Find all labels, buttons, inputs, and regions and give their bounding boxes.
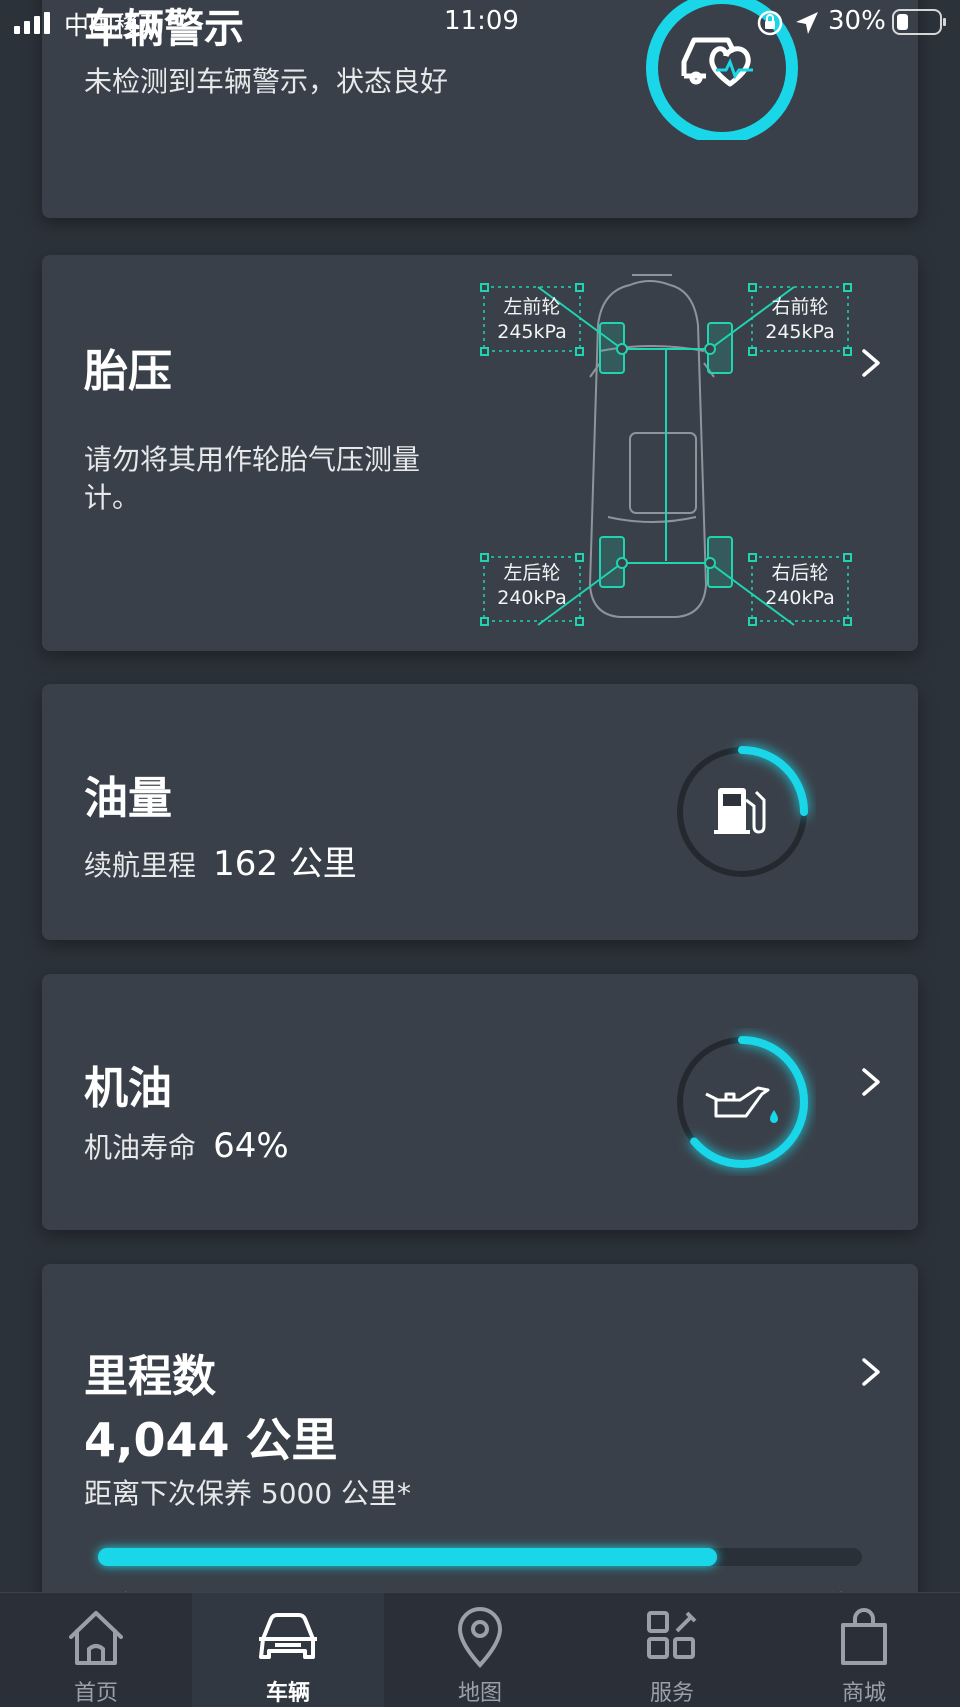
chevron-right-icon[interactable] (850, 343, 890, 383)
tire-front-right-value: 245kPa (765, 321, 835, 343)
battery-percent: 30% (828, 6, 886, 36)
fuel-range-label: 续航里程 (84, 849, 197, 882)
warning-subtitle: 未检测到车辆警示，状态良好 (84, 65, 449, 98)
car-icon (259, 1613, 317, 1659)
tire-front-right: 右前轮 245kPa (752, 295, 848, 345)
location-arrow-icon (796, 12, 818, 34)
tab-map[interactable]: 地图 (384, 1593, 576, 1707)
oil-can-icon (705, 1086, 770, 1118)
fuel-range-value: 162 公里 (213, 844, 357, 884)
signal-icon (14, 12, 50, 34)
oil-card[interactable]: 机油 机油寿命 64% (42, 974, 918, 1230)
oil-life-value: 64% (213, 1126, 289, 1166)
fuel-pump-icon (714, 788, 766, 834)
tire-front-left: 左前轮 245kPa (484, 295, 580, 345)
service-progress-track (98, 1548, 862, 1566)
oil-life-row: 机油寿命 64% (84, 1126, 289, 1166)
tire-front-left-value: 245kPa (497, 321, 567, 343)
tire-front-right-name: 右前轮 (771, 296, 829, 318)
tire-rear-right: 右后轮 240kPa (752, 561, 848, 611)
chevron-right-icon[interactable] (850, 1352, 890, 1392)
services-icon (647, 1611, 697, 1659)
fuel-title: 油量 (84, 773, 172, 824)
fuel-range-row: 续航里程 162 公里 (84, 836, 357, 885)
mileage-title: 里程数 (84, 1351, 216, 1402)
tab-vehicle-label: 车辆 (265, 1681, 310, 1706)
tab-store-label: 商城 (841, 1681, 886, 1706)
tab-services[interactable]: 服务 (576, 1593, 768, 1707)
oil-life-label: 机油寿命 (84, 1131, 197, 1164)
map-pin-icon (457, 1607, 503, 1668)
battery-icon (892, 9, 946, 35)
chevron-right-icon[interactable] (850, 1062, 890, 1102)
tire-rear-left-name: 左后轮 (503, 562, 561, 584)
odometer-value: 4,044 公里 (84, 1413, 338, 1467)
fuel-gauge (676, 746, 808, 878)
tire-title: 胎压 (84, 346, 172, 397)
oil-title: 机油 (84, 1063, 172, 1114)
tab-home-label: 首页 (73, 1681, 118, 1706)
tab-store[interactable]: 商城 (768, 1593, 960, 1707)
tab-vehicle[interactable]: 车辆 (192, 1593, 384, 1707)
tire-front-left-name: 左前轮 (503, 296, 561, 318)
tab-services-label: 服务 (649, 1681, 694, 1706)
fuel-card[interactable]: 油量 续航里程 162 公里 (42, 684, 918, 940)
tire-rear-right-name: 右后轮 (771, 562, 829, 584)
tire-pressure-card[interactable]: 胎压 请勿将其用作轮胎气压测量计。 左前轮 245kPa 右前轮 245kPa … (42, 255, 918, 651)
mileage-card[interactable]: 里程数 4,044 公里 距离下次保养 5000 公里* 0 公里 5000 公… (42, 1264, 918, 1624)
shopping-bag-icon (841, 1608, 887, 1665)
tire-note: 请勿将其用作轮胎气压测量计。 (84, 443, 421, 514)
status-bar: 中国移动 11:09 30% (0, 0, 960, 44)
tab-home[interactable]: 首页 (0, 1593, 192, 1707)
service-progress-fill (98, 1548, 717, 1566)
service-note: 距离下次保养 5000 公里* (84, 1477, 412, 1510)
tab-map-label: 地图 (457, 1681, 502, 1706)
tire-rear-left-value: 240kPa (497, 587, 567, 609)
bottom-tab-bar: 首页 车辆 地图 服务 商城 (0, 1592, 960, 1707)
tire-rear-right-value: 240kPa (765, 587, 835, 609)
tire-rear-left: 左后轮 240kPa (484, 561, 580, 611)
orientation-lock-icon (757, 10, 783, 36)
clock: 11:09 (444, 6, 519, 36)
oil-gauge (676, 1036, 808, 1168)
carrier-name: 中国移动 (64, 11, 165, 40)
home-icon (69, 1611, 123, 1665)
